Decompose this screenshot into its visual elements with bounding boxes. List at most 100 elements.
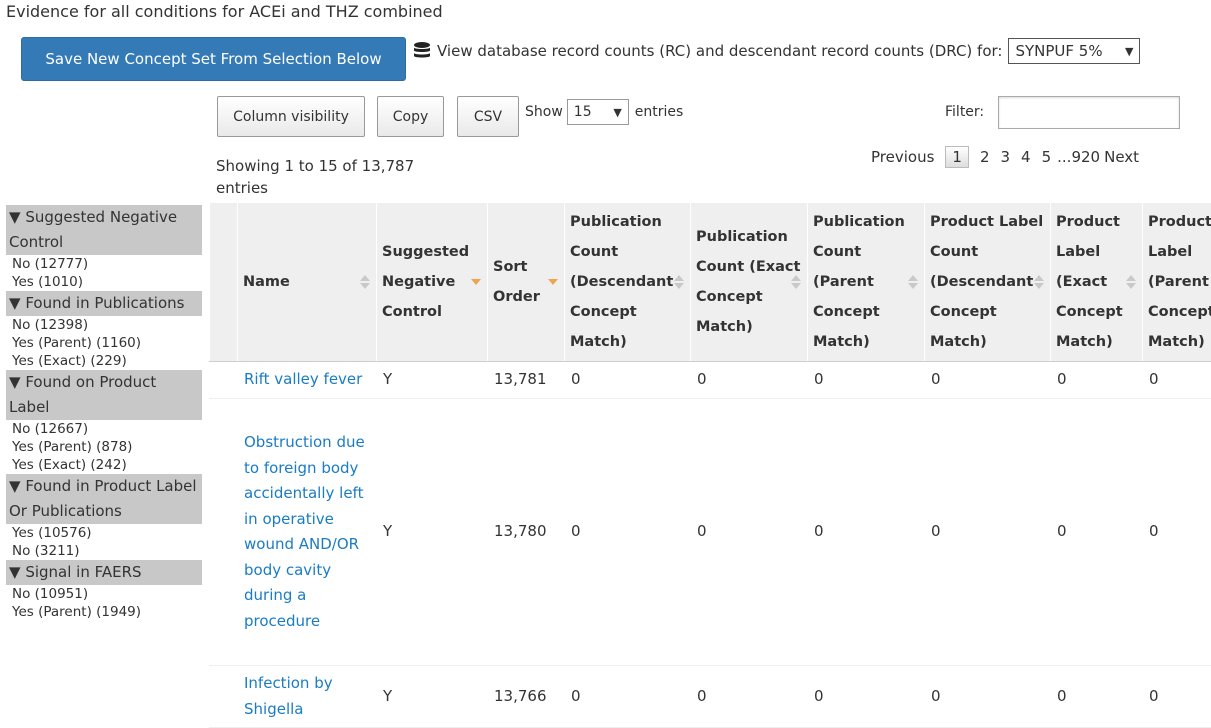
page-length-control: Show 15 ▼ entries bbox=[525, 99, 683, 125]
column-header-label-parent[interactable]: Product Label (Parent Concept Match) bbox=[1142, 203, 1211, 361]
column-visibility-button[interactable]: Column visibility bbox=[217, 96, 365, 137]
save-concept-set-button[interactable]: Save New Concept Set From Selection Belo… bbox=[21, 37, 406, 81]
chevron-down-icon: ▼ bbox=[1125, 44, 1134, 58]
page-length-value: 15 bbox=[573, 104, 592, 120]
label-desc-cell: 0 bbox=[931, 522, 941, 541]
sort-icon bbox=[674, 275, 684, 289]
pub-exact-cell: 0 bbox=[697, 370, 707, 389]
facet-title: Found in Product Label Or Publications bbox=[9, 477, 197, 520]
facet-found-on-product-label: ▼ Found on Product Label No (12667) Yes … bbox=[6, 370, 202, 474]
facet-item[interactable]: No (12667) bbox=[6, 420, 202, 438]
sort-icon bbox=[360, 275, 370, 289]
column-header-name[interactable]: Name bbox=[237, 203, 376, 361]
filter-label: Filter: bbox=[945, 104, 985, 120]
column-header-label: Name bbox=[243, 274, 290, 290]
facet-item[interactable]: Yes (Exact) (242) bbox=[6, 456, 202, 474]
pub-parent-cell: 0 bbox=[814, 522, 824, 541]
page-length-select[interactable]: 15 ▼ bbox=[566, 99, 629, 125]
suggested-cell: Y bbox=[383, 370, 393, 389]
label-desc-cell: 0 bbox=[931, 686, 941, 705]
concept-link[interactable]: Infection by Shigella bbox=[244, 671, 376, 722]
pagination-page-3[interactable]: 3 bbox=[1001, 148, 1011, 166]
facet-item[interactable]: No (10951) bbox=[6, 585, 202, 603]
pagination-next[interactable]: Next bbox=[1104, 148, 1139, 166]
sort-icon bbox=[1126, 275, 1136, 289]
copy-button[interactable]: Copy bbox=[377, 96, 444, 137]
filter-icon: ▼ bbox=[9, 563, 21, 581]
table-info: Showing 1 to 15 of 13,787 entries bbox=[216, 157, 415, 197]
suggested-cell: Y bbox=[383, 686, 393, 705]
name-cell: Infection by Shigella bbox=[237, 666, 376, 727]
column-header-label: Product Label Count (Descendant Concept … bbox=[930, 214, 1044, 350]
pagination-page-5[interactable]: 5 bbox=[1042, 148, 1052, 166]
label-parent-cell: 0 bbox=[1149, 522, 1159, 541]
pagination: Previous 1 2 3 4 5 ... 920 Next bbox=[871, 146, 1139, 168]
sort-order-cell: 13,780 bbox=[494, 522, 547, 541]
column-header-label-desc[interactable]: Product Label Count (Descendant Concept … bbox=[924, 203, 1050, 361]
label-exact-cell: 0 bbox=[1057, 370, 1067, 389]
concept-link[interactable]: Obstruction due to foreign body accident… bbox=[244, 430, 376, 634]
facet-title: Found on Product Label bbox=[9, 373, 157, 416]
facet-title: Signal in FAERS bbox=[25, 563, 142, 581]
facet-item[interactable]: Yes (Parent) (1160) bbox=[6, 334, 202, 352]
source-select[interactable]: SYNPUF 5% ▼ bbox=[1008, 38, 1141, 64]
facet-item[interactable]: Yes (Parent) (1949) bbox=[6, 603, 202, 621]
row-select-cell[interactable] bbox=[209, 399, 237, 665]
facet-header[interactable]: ▼ Signal in FAERS bbox=[6, 560, 202, 585]
table-row[interactable]: Obstruction due to foreign body accident… bbox=[209, 399, 1211, 666]
column-header-pub-exact[interactable]: Publication Count (Exact Concept Match) bbox=[690, 203, 807, 361]
suggested-cell: Y bbox=[383, 522, 393, 541]
column-header-label: Publication Count (Descendant Concept Ma… bbox=[570, 214, 674, 350]
sort-icon bbox=[908, 275, 918, 289]
facet-item[interactable]: Yes (1010) bbox=[6, 273, 202, 291]
column-header-label-exact[interactable]: Product Label (Exact Concept Match) bbox=[1050, 203, 1142, 361]
pub-desc-cell: 0 bbox=[571, 370, 581, 389]
column-header-pub-parent[interactable]: Publication Count (Parent Concept Match) bbox=[807, 203, 924, 361]
csv-button[interactable]: CSV bbox=[457, 96, 519, 137]
table-row[interactable]: Infection by Shigella Y 13,766 0 0 0 0 0… bbox=[209, 666, 1211, 728]
column-header-sort-order[interactable]: Sort Order bbox=[487, 203, 564, 361]
facet-item[interactable]: No (12777) bbox=[6, 255, 202, 273]
facet-item[interactable]: Yes (Parent) (878) bbox=[6, 438, 202, 456]
filter-icon: ▼ bbox=[9, 477, 21, 495]
database-record-counts-text: View database record counts (RC) and des… bbox=[437, 42, 1003, 60]
table-header: Name Suggested Negative Control Sort Ord… bbox=[209, 203, 1211, 362]
name-cell: Obstruction due to foreign body accident… bbox=[237, 399, 376, 665]
pagination-page-1[interactable]: 1 bbox=[945, 146, 969, 168]
column-header-suggested[interactable]: Suggested Negative Control bbox=[376, 203, 487, 361]
sort-desc-icon bbox=[471, 279, 481, 285]
facet-item[interactable]: No (12398) bbox=[6, 316, 202, 334]
entries-label: entries bbox=[634, 104, 684, 120]
filter-icon: ▼ bbox=[9, 294, 21, 312]
chevron-down-icon: ▼ bbox=[613, 105, 622, 119]
facet-header[interactable]: ▼ Found in Product Label Or Publications bbox=[6, 474, 202, 524]
filter-input[interactable] bbox=[998, 96, 1180, 129]
facet-header[interactable]: ▼ Suggested Negative Control bbox=[6, 205, 202, 255]
column-header-pub-desc[interactable]: Publication Count (Descendant Concept Ma… bbox=[564, 203, 690, 361]
row-select-cell[interactable] bbox=[209, 362, 237, 398]
facet-item[interactable]: Yes (Exact) (229) bbox=[6, 352, 202, 370]
table-row[interactable]: Rift valley fever Y 13,781 0 0 0 0 0 0 bbox=[209, 362, 1211, 399]
pub-exact-cell: 0 bbox=[697, 686, 707, 705]
facet-found-in-label-or-publications: ▼ Found in Product Label Or Publications… bbox=[6, 474, 202, 560]
concept-link[interactable]: Rift valley fever bbox=[244, 367, 362, 393]
label-desc-cell: 0 bbox=[931, 370, 941, 389]
row-select-cell[interactable] bbox=[209, 666, 237, 727]
facet-header[interactable]: ▼ Found on Product Label bbox=[6, 370, 202, 420]
label-parent-cell: 0 bbox=[1149, 686, 1159, 705]
show-label: Show bbox=[525, 104, 563, 120]
name-cell: Rift valley fever bbox=[237, 362, 376, 398]
database-icon bbox=[412, 41, 432, 61]
filter-icon: ▼ bbox=[9, 208, 21, 226]
pub-desc-cell: 0 bbox=[571, 686, 581, 705]
pagination-page-4[interactable]: 4 bbox=[1021, 148, 1031, 166]
pagination-last[interactable]: 920 bbox=[1071, 148, 1100, 166]
pub-parent-cell: 0 bbox=[814, 686, 824, 705]
facet-signal-in-faers: ▼ Signal in FAERS No (10951) Yes (Parent… bbox=[6, 560, 202, 621]
pagination-previous[interactable]: Previous bbox=[871, 148, 934, 166]
column-header-label: Product Label (Parent Concept Match) bbox=[1148, 214, 1211, 350]
facet-item[interactable]: Yes (10576) bbox=[6, 524, 202, 542]
facet-item[interactable]: No (3211) bbox=[6, 542, 202, 560]
pagination-page-2[interactable]: 2 bbox=[980, 148, 990, 166]
facet-header[interactable]: ▼ Found in Publications bbox=[6, 291, 202, 316]
